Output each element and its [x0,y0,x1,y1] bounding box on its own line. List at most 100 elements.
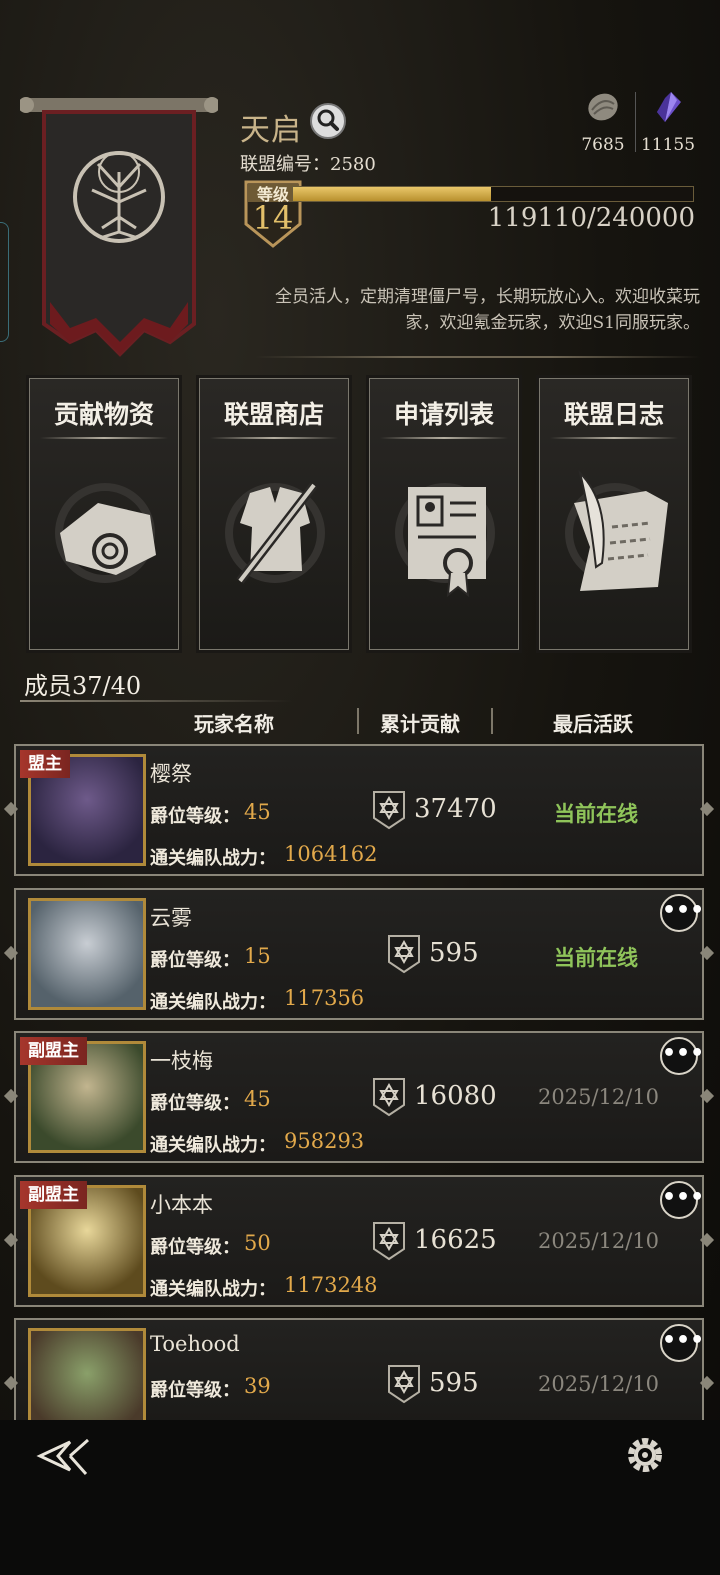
member-contribution: 37470 [414,794,497,824]
member-rank-value: 50 [244,1231,271,1255]
member-rank-label: 爵位等级： [150,1237,240,1258]
member-last-active: 2025/12/10 [538,1085,660,1109]
member-role-badge: 副盟主 [20,1037,87,1065]
card-divider [380,437,508,439]
row-notch [3,1088,19,1104]
more-options-button[interactable]: ••• [660,894,704,932]
bottom-bar [0,1420,720,1575]
member-last-active: 2025/12/10 [538,1372,660,1396]
alliance-banner-icon [20,97,218,357]
more-options-button[interactable]: ••• [660,1324,704,1362]
members-count: 成员37/40 [24,672,142,700]
currency-stone-value: 7685 [581,135,625,155]
card-divider [40,437,168,439]
member-name: Toehood [150,1332,240,1356]
member-avatar[interactable] [28,898,146,1010]
column-separator [491,708,493,734]
purple-crystal-icon [657,92,681,122]
row-notch [699,1232,715,1248]
member-row[interactable]: Toehood 爵位等级： 39 595 2025/12/10 ••• [3,1318,715,1440]
search-button[interactable] [310,103,346,139]
card-title: 贡献物资 [53,400,154,429]
more-options-button[interactable]: ••• [660,1037,704,1075]
contribution-emblem-icon [373,1222,405,1261]
alliance-id-label: 联盟编号： [240,154,330,175]
gear-icon[interactable] [622,1432,668,1478]
column-separator [357,708,359,734]
row-notch [699,1375,715,1391]
currency-crystal[interactable]: 11155 [633,90,703,155]
row-notch [3,1375,19,1391]
member-contribution: 595 [429,938,479,968]
alliance-name: 天启 [240,113,302,148]
member-name: 一枝梅 [150,1049,213,1073]
stone-coin-icon [588,93,618,121]
row-notch [3,945,19,961]
alliance-shop-card[interactable]: 联盟商店 [196,375,352,653]
member-rank-value: 15 [244,944,271,968]
back-arrow-icon[interactable] [36,1436,92,1476]
card-title: 联盟日志 [563,400,664,429]
members-divider [20,700,292,702]
xp-progress-bar [292,186,694,202]
member-name: 云雾 [150,906,192,930]
contribute-resources-card[interactable]: 贡献物资 [26,375,182,653]
row-notch [699,1088,715,1104]
member-row[interactable]: 副盟主 小本本 爵位等级： 50 通关编队战力： 1173248 16625 2… [3,1175,715,1307]
member-row[interactable]: 云雾 爵位等级： 15 通关编队战力： 117356 595 当前在线 ••• [3,888,715,1020]
scroll-bundle-icon [55,483,156,583]
row-notch [699,801,715,817]
application-list-card[interactable]: 申请列表 [366,375,522,653]
member-rank-value: 45 [244,800,271,824]
member-last-active: 当前在线 [554,945,638,970]
member-name: 小本本 [150,1193,213,1217]
alliance-id: 联盟编号：2580 [240,150,376,176]
currency-crystal-value: 11155 [640,135,696,155]
member-row[interactable]: 盟主 樱祭 爵位等级： 45 通关编队战力： 1064162 37470 当前在… [3,744,715,876]
member-rank-value: 45 [244,1087,271,1111]
column-header-name[interactable]: 玩家名称 [194,708,274,737]
armor-sword-icon [225,482,325,584]
column-header-contribution[interactable]: 累计贡献 [380,708,460,737]
member-power-label: 通关编队战力： [150,848,276,869]
alliance-id-value: 2580 [330,154,376,175]
member-role-badge: 副盟主 [20,1181,87,1209]
member-contribution: 16080 [414,1081,497,1111]
member-row[interactable]: 副盟主 一枝梅 爵位等级： 45 通关编队战力： 958293 16080 20… [3,1031,715,1163]
alliance-log-card[interactable]: 联盟日志 [536,375,692,653]
contribution-emblem-icon [373,1078,405,1117]
column-header-last-active[interactable]: 最后活跃 [553,708,633,737]
side-tab[interactable] [0,222,9,342]
contribution-emblem-icon [388,1365,420,1404]
member-power-label: 通关编队战力： [150,1279,276,1300]
member-contribution: 16625 [414,1225,497,1255]
more-options-button[interactable]: ••• [660,1181,704,1219]
currency-stone[interactable]: 7685 [568,90,638,155]
member-contribution: 595 [429,1368,479,1398]
member-name: 樱祭 [150,762,192,786]
member-last-active: 当前在线 [554,801,638,826]
member-rank-label: 爵位等级： [150,806,240,827]
row-notch [3,1232,19,1248]
member-rank-value: 39 [244,1374,271,1398]
member-power-value: 1064162 [284,842,378,866]
row-notch [3,801,19,817]
xp-progress-fill [293,187,492,201]
card-divider [210,437,338,439]
quill-paper-icon [565,469,668,591]
member-rank-label: 爵位等级： [150,1093,240,1114]
search-icon [317,109,339,131]
certificate-icon [395,483,495,598]
contribution-emblem-icon [373,791,405,830]
member-power-value: 1173248 [284,1273,378,1297]
member-rank-label: 爵位等级： [150,950,240,971]
member-power-value: 958293 [284,1129,365,1153]
member-power-label: 通关编队战力： [150,1135,276,1156]
alliance-announcement: 全员活人，定期清理僵尸号，长期玩放心入。欢迎收菜玩家，欢迎氪金玩家，欢迎S1同服… [275,287,700,333]
member-last-active: 2025/12/10 [538,1229,660,1253]
xp-text: 119110/240000 [487,203,695,233]
member-role-badge: 盟主 [20,750,70,778]
card-divider [550,437,678,439]
member-power-value: 117356 [284,986,365,1010]
header-divider [255,356,700,358]
